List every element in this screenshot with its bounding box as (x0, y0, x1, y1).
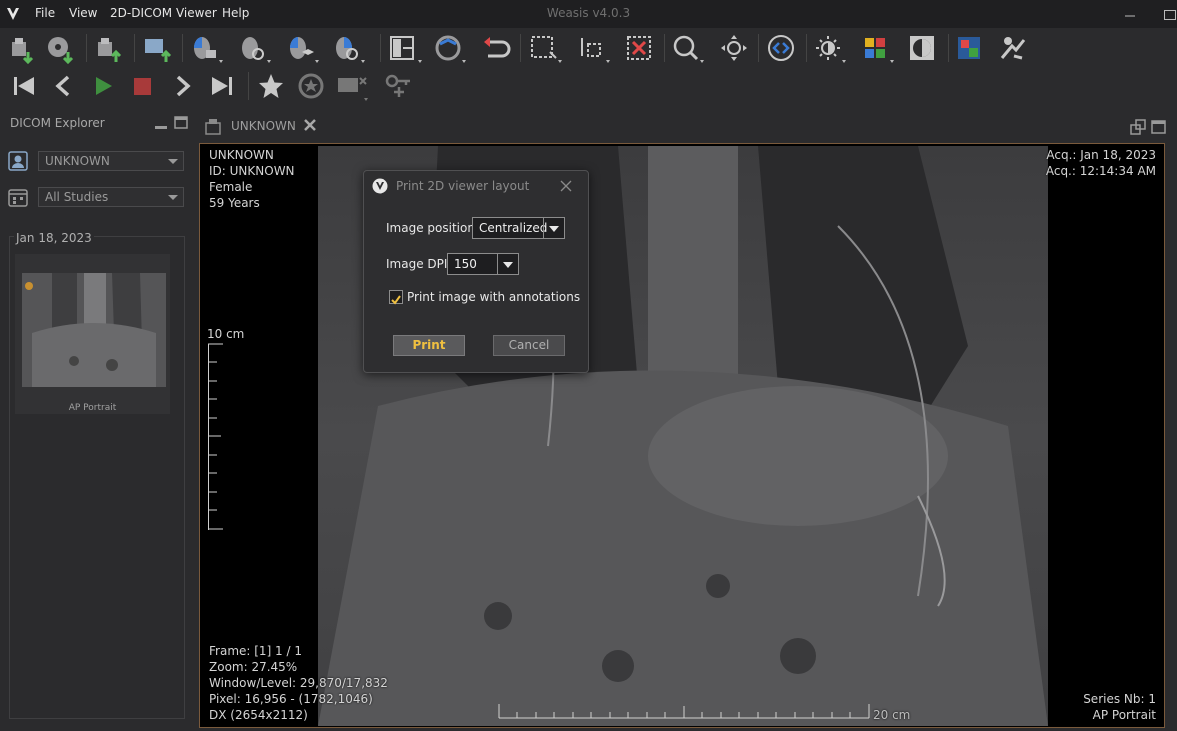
series-number: Series Nb: 1 (1083, 692, 1156, 706)
annotations-label[interactable]: Print image with annotations (407, 290, 580, 304)
vertical-scale-bar (208, 343, 223, 530)
synch-icon[interactable] (432, 32, 466, 64)
window-level-icon[interactable] (812, 32, 846, 64)
detach-view-icon[interactable] (1130, 119, 1146, 139)
main-toolbar (0, 28, 1177, 68)
series-label: AP Portrait (68, 403, 117, 413)
export-image-icon[interactable] (140, 32, 174, 64)
horizontal-scale-label: 20 cm (873, 708, 911, 722)
select-area-icon[interactable] (528, 32, 562, 64)
new-series-indicator-icon (24, 276, 34, 295)
horizontal-scale-bar (498, 704, 870, 719)
acquisition-date: Acq.: Jan 18, 2023 (1046, 148, 1156, 162)
delete-measure-icon[interactable] (624, 32, 658, 64)
pixel-info: Pixel: 16,956 - (1782,1046) (209, 692, 373, 706)
mouse-middle-action-icon[interactable] (330, 32, 365, 64)
acquisition-time: Acq.: 12:14:34 AM (1045, 164, 1156, 178)
frame-info: Frame: [1] 1 / 1 (209, 644, 302, 658)
patient-icon (8, 151, 28, 175)
dialog-logo-icon (372, 178, 388, 198)
patient-age: 59 Years (209, 196, 260, 210)
zoom-icon[interactable] (670, 32, 704, 64)
layout-icon[interactable] (388, 32, 422, 64)
invert-icon[interactable] (906, 32, 940, 64)
cancel-button[interactable]: Cancel (493, 335, 565, 356)
next-frame-icon[interactable] (166, 70, 200, 102)
patient-name: UNKNOWN (209, 148, 274, 162)
mouse-zoom-action-icon[interactable] (236, 32, 271, 64)
mouse-left-action-icon[interactable] (188, 32, 223, 64)
annotations-checkbox[interactable] (389, 290, 403, 305)
pan-icon[interactable] (718, 32, 752, 64)
zoom-info: Zoom: 27.45% (209, 660, 298, 674)
dialog-title: Print 2D viewer layout (396, 179, 530, 193)
explorer-title: DICOM Explorer (10, 116, 105, 130)
image-viewer[interactable]: UNKNOWN ID: UNKNOWN Female 59 Years Acq.… (199, 143, 1165, 728)
first-frame-icon[interactable] (6, 70, 40, 102)
image-dpi-label: Image DPI: (386, 257, 452, 271)
series-description: AP Portrait (1092, 708, 1156, 722)
dialog-close-icon[interactable] (559, 178, 573, 197)
import-cd-icon[interactable] (44, 32, 78, 64)
maximize-view-icon[interactable] (1151, 119, 1167, 139)
vertical-scale-label: 10 cm (207, 327, 245, 341)
thumbnail-image[interactable] (22, 273, 166, 387)
stop-icon[interactable] (126, 70, 160, 102)
viewer-tab[interactable]: UNKNOWN (231, 119, 296, 133)
image-position-label: Image position: (386, 221, 479, 235)
favorite-icon[interactable] (254, 70, 288, 102)
patient-select[interactable]: UNKNOWN (38, 151, 184, 171)
viewer-tab-icon (204, 117, 224, 139)
patient-sex: Female (209, 180, 253, 194)
play-icon[interactable] (86, 70, 120, 102)
cine-toolbar (0, 68, 1177, 106)
mouse-layers-action-icon[interactable] (284, 32, 319, 64)
cross-lines-icon[interactable] (334, 70, 368, 102)
lut-icon[interactable] (860, 32, 894, 64)
last-frame-icon[interactable] (206, 70, 240, 102)
study-date: Jan 18, 2023 (14, 231, 94, 245)
modality-info: DX (2654x2112) (209, 708, 308, 722)
window-title: Weasis v4.0.3 (546, 6, 631, 20)
measure-icon[interactable] (576, 32, 610, 64)
patient-id: ID: UNKNOWN (209, 164, 295, 178)
dicom-info-icon[interactable] (996, 32, 1030, 64)
print-button[interactable]: Print (393, 335, 465, 356)
maximize-panel-icon[interactable] (173, 115, 189, 134)
orientation-icon[interactable] (764, 32, 798, 64)
maximize-icon[interactable] (1163, 6, 1177, 20)
close-tab-icon[interactable] (302, 117, 318, 137)
image-position-select[interactable]: Centralized (472, 217, 565, 239)
import-dicom-icon[interactable] (6, 32, 40, 64)
viewer-tab-bar (196, 112, 1177, 142)
previous-frame-icon[interactable] (46, 70, 80, 102)
key-image-icon[interactable] (382, 70, 416, 102)
minimize-panel-icon[interactable] (153, 116, 169, 135)
reset-icon[interactable] (478, 32, 512, 64)
minimize-icon[interactable] (1122, 4, 1138, 20)
export-dicom-icon[interactable] (92, 32, 126, 64)
calendar-icon (8, 187, 28, 211)
image-dpi-select[interactable]: 150 (447, 253, 519, 275)
window-level-info: Window/Level: 29,870/17,832 (209, 676, 388, 690)
studies-select[interactable]: All Studies (38, 187, 184, 207)
screenshot-icon[interactable] (954, 32, 988, 64)
rotate-icon[interactable] (294, 70, 328, 102)
